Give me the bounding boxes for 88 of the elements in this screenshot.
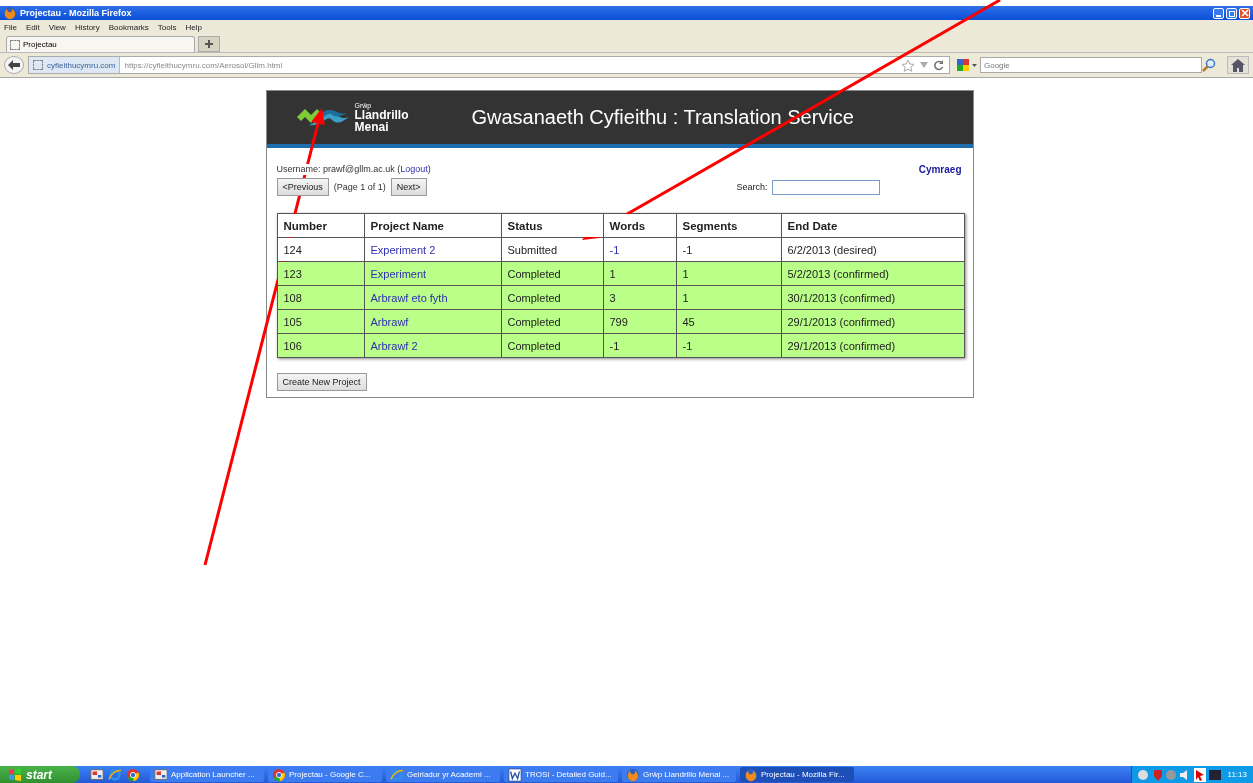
back-arrow-icon	[7, 59, 21, 71]
table-cell: 1	[676, 261, 781, 286]
next-button[interactable]: Next>	[390, 178, 427, 196]
table-cell: 108	[277, 285, 364, 310]
username-text: Username: prawf@gllm.ac.uk (Logout)	[276, 164, 431, 175]
window-title: Projectau - Mozilla Firefox	[20, 8, 133, 18]
menu-item[interactable]: Bookmarks	[108, 22, 149, 32]
document-icon	[508, 767, 522, 782]
table-cell: Completed	[501, 333, 603, 358]
clock: 11:13	[1227, 770, 1247, 779]
address-bar[interactable]: cyfieithucymru.com https://cyfieithucymru.com/Aerosol/Gllm.html	[28, 56, 950, 74]
table-cell: 29/1/2013 (confirmed)	[781, 333, 964, 358]
browser-icon	[272, 767, 286, 782]
language-link[interactable]: Cymraeg	[918, 164, 962, 175]
column-header: Status	[501, 213, 603, 238]
logo-text: Menai	[354, 121, 390, 133]
menu-item[interactable]: Edit	[25, 22, 40, 32]
table-cell: 30/1/2013 (confirmed)	[781, 285, 964, 310]
close-icon	[1240, 9, 1249, 17]
back-button[interactable]	[4, 56, 24, 74]
browser-icon	[390, 767, 404, 782]
project-link[interactable]: Arbrawf eto fyth	[370, 291, 448, 304]
page-info: (Page 1 of 1)	[333, 182, 386, 192]
table-cell: 5/2/2013 (confirmed)	[781, 261, 964, 286]
table-cell: Completed	[501, 309, 603, 334]
logo-text: Llandrillo	[354, 109, 409, 121]
taskbar-button[interactable]: Projectau - Google C...	[268, 767, 382, 782]
firefox-icon	[3, 6, 17, 20]
search-engine-icon[interactable]	[956, 58, 978, 72]
project-link[interactable]: Experiment	[370, 267, 427, 280]
taskbar-button[interactable]: Projectau - Mozilla Fir...	[740, 767, 854, 782]
words-link[interactable]: -1	[609, 243, 620, 256]
menu-item[interactable]: Tools	[157, 22, 177, 32]
url-text: https://cyfieithucymru.com/Aerosol/Gllm.html	[123, 60, 284, 70]
taskbar-button[interactable]: TROSI - Detailed Guid...	[504, 767, 618, 782]
restore-button[interactable]	[1226, 7, 1237, 19]
search-icon[interactable]	[1202, 58, 1216, 72]
new-tab-button[interactable]	[198, 36, 220, 52]
browser-icon	[744, 767, 758, 782]
project-link[interactable]: Experiment 2	[370, 243, 436, 256]
previous-button[interactable]: <Previous	[276, 178, 329, 196]
logout-link[interactable]: Logout	[400, 164, 428, 174]
desktop-icon[interactable]	[90, 767, 104, 782]
table-cell: 106	[277, 333, 364, 358]
project-link[interactable]: Arbrawf	[370, 315, 409, 328]
minimize-button[interactable]	[1213, 7, 1224, 19]
windows-flag-icon	[8, 768, 22, 781]
column-header: Number	[277, 213, 364, 238]
taskbar-button[interactable]: Geiriadur yr Academi ...	[386, 767, 500, 782]
bookmark-star-icon[interactable]	[901, 58, 915, 72]
menu-item[interactable]: History	[74, 22, 100, 32]
taskbar-button[interactable]: Application Launcher ...	[150, 767, 264, 782]
home-button[interactable]	[1227, 56, 1249, 74]
window-icon	[154, 767, 168, 782]
menu-item[interactable]: Help	[185, 22, 202, 32]
browser-tab[interactable]: Projectau	[6, 36, 195, 52]
restore-icon	[1227, 9, 1236, 17]
table-cell: Completed	[501, 285, 603, 310]
menu-item[interactable]: View	[48, 22, 66, 32]
taskbar-button[interactable]: Grŵp Llandrillo Menai ...	[622, 767, 736, 782]
table-cell: Submitted	[501, 237, 603, 262]
table-cell: 29/1/2013 (confirmed)	[781, 309, 964, 334]
site-identity-button[interactable]: cyfieithucymru.com	[29, 57, 121, 73]
table-cell: -1	[676, 333, 781, 358]
search-field[interactable]: Google	[980, 57, 1202, 73]
table-cell: 123	[277, 261, 364, 286]
project-link[interactable]: Arbrawf 2	[370, 339, 418, 352]
table-cell: 124	[277, 237, 364, 262]
menu-item[interactable]: File	[4, 22, 17, 32]
browser-icon[interactable]	[126, 767, 140, 782]
column-header: Words	[603, 213, 676, 238]
reload-icon[interactable]	[933, 59, 944, 71]
plus-icon	[204, 39, 214, 49]
browser-icon[interactable]	[108, 767, 122, 782]
table-cell: 6/2/2013 (desired)	[781, 237, 964, 262]
create-project-button[interactable]: Create New Project	[276, 373, 367, 391]
table-cell: 1	[676, 285, 781, 310]
close-button[interactable]	[1239, 7, 1250, 19]
column-header: End Date	[781, 213, 964, 238]
column-header: Project Name	[364, 213, 501, 238]
table-cell: 105	[277, 309, 364, 334]
table-cell: -1	[676, 237, 781, 262]
table-cell: Completed	[501, 261, 603, 286]
table-cell: 45	[676, 309, 781, 334]
browser-icon	[626, 767, 640, 782]
search-label: Search:	[736, 182, 768, 192]
search-field[interactable]	[771, 179, 880, 195]
column-header: Segments	[676, 213, 781, 238]
